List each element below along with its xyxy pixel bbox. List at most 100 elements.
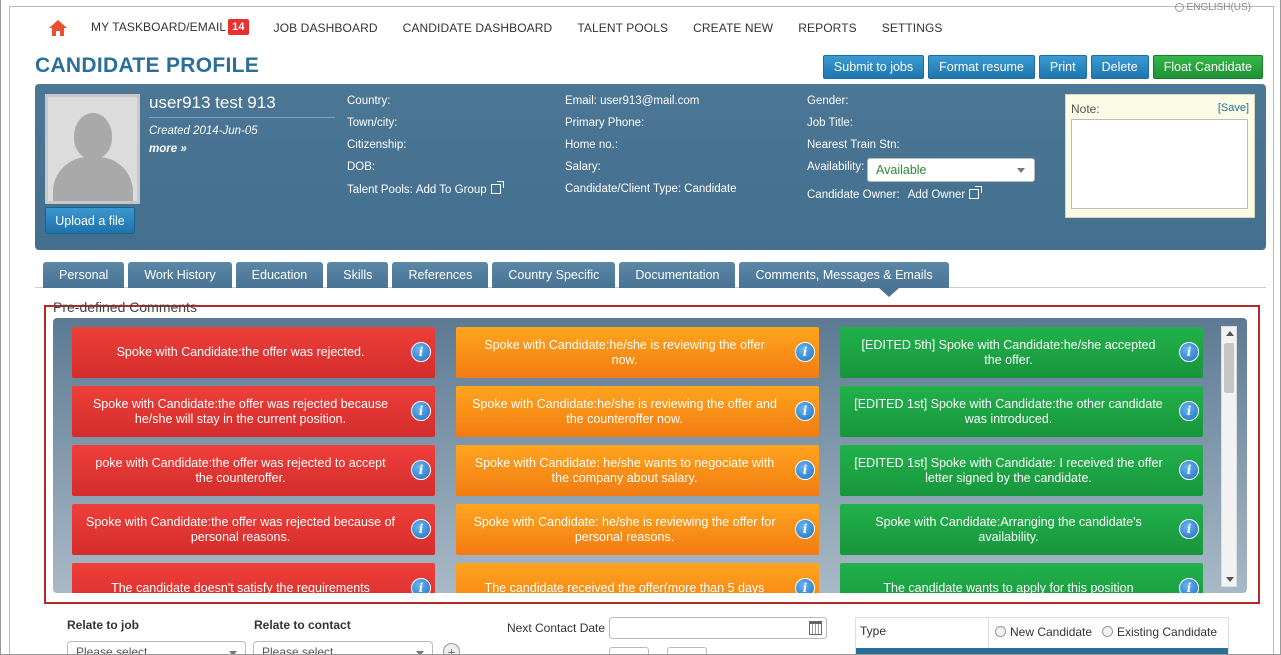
avatar [45,94,140,204]
relate-job-select[interactable]: Please select [67,641,246,654]
chevron-down-icon [416,651,424,654]
type-table: Type New Candidate Existing Candidate [855,617,1229,654]
tab-country-specific[interactable]: Country Specific [492,262,616,288]
info-icon[interactable]: i [1179,460,1199,480]
country-field: Country: [347,95,391,107]
email-count-badge: 14 [228,19,249,35]
calendar-icon[interactable] [809,621,822,635]
tab-documentation[interactable]: Documentation [619,262,736,288]
talent-pools-field: Talent Pools: Add To Group [347,181,504,196]
tab-references[interactable]: References [392,262,489,288]
profile-panel: Upload a file user913 test 913 Created 2… [35,84,1266,250]
new-candidate-option[interactable]: New Candidate [995,625,1092,639]
comment-card[interactable]: The candidate received the offer(more th… [456,563,819,593]
action-toolbar: Submit to jobs Format resume Print Delet… [822,55,1263,79]
dob-field: DOB: [347,161,376,173]
save-note-link[interactable]: [Save] [1218,102,1249,114]
print-button[interactable]: Print [1038,55,1087,79]
info-icon[interactable]: i [795,401,815,421]
tab-personal[interactable]: Personal [43,262,125,288]
comment-card[interactable]: Spoke with Candidate: he/she wants to ne… [456,445,819,496]
comment-card[interactable]: The candidate doesn't satisfy the requir… [72,563,435,593]
created-date: Created 2014-Jun-05 [149,125,258,137]
comment-card[interactable]: Spoke with Candidate: he/she is reviewin… [456,504,819,555]
tab-education[interactable]: Education [235,262,324,288]
candidate-name: user913 test 913 [149,93,276,112]
comment-card[interactable]: [EDITED 1st] Spoke with Candidate:the ot… [840,386,1203,437]
scroll-thumb[interactable] [1224,343,1234,393]
scroll-up-icon[interactable] [1226,331,1234,336]
float-candidate-button[interactable]: Float Candidate [1152,55,1263,79]
radio-icon[interactable] [1102,626,1113,637]
nav-reports[interactable]: REPORTS [798,21,857,35]
info-icon[interactable]: i [411,578,431,593]
add-to-group-link[interactable]: Add To Group [416,184,487,196]
comment-card[interactable]: Spoke with Candidate:he/she is reviewing… [456,386,819,437]
comment-card[interactable]: The candidate wants to apply for this po… [840,563,1203,593]
language-selector[interactable]: ENGLISH(US) [1174,2,1251,13]
info-icon[interactable]: i [411,460,431,480]
accepted-comments-column: [EDITED 5th] Spoke with Candidate:he/she… [840,327,1203,593]
app-window: ENGLISH(US) MY TASKBOARD/EMAIL 14 JOB DAS… [0,0,1281,655]
info-icon[interactable]: i [795,460,815,480]
comments-scrollbar[interactable] [1221,326,1237,587]
info-icon[interactable]: i [411,342,431,362]
info-icon[interactable]: i [1179,342,1199,362]
info-icon[interactable]: i [411,401,431,421]
comment-card[interactable]: Spoke with Candidate:the offer was rejec… [72,504,435,555]
scroll-down-icon[interactable] [1226,577,1234,582]
comment-card[interactable]: poke with Candidate:the offer was reject… [72,445,435,496]
globe-icon [1174,2,1184,12]
gender-field: Gender: [807,95,849,107]
name-divider [149,117,335,118]
nav-talent-pools[interactable]: TALENT POOLS [577,21,668,35]
email-field: Email: user913@mail.com [565,95,700,107]
external-link-icon[interactable] [490,181,504,194]
nav-job-dashboard[interactable]: JOB DASHBOARD [274,21,378,35]
info-icon[interactable]: i [795,578,815,593]
external-link-icon[interactable] [969,186,983,199]
comment-card[interactable]: Spoke with Candidate:Arranging the candi… [840,504,1203,555]
info-icon[interactable]: i [1179,519,1199,539]
comment-card[interactable]: [EDITED 1st] Spoke with Candidate: I rec… [840,445,1203,496]
page-title: CANDIDATE PROFILE [35,54,260,77]
rejected-comments-column: Spoke with Candidate:the offer was rejec… [72,327,435,593]
existing-candidate-option[interactable]: Existing Candidate [1102,625,1217,639]
comment-card[interactable]: Spoke with Candidate:the offer was rejec… [72,386,435,437]
time-hour-input[interactable] [609,647,649,654]
note-textarea[interactable] [1071,119,1248,209]
chevron-down-icon [229,651,237,654]
info-icon[interactable]: i [795,519,815,539]
info-icon[interactable]: i [795,342,815,362]
format-resume-button[interactable]: Format resume [928,55,1035,79]
comment-card[interactable]: Spoke with Candidate:he/she is reviewing… [456,327,819,378]
nav-taskboard[interactable]: MY TASKBOARD/EMAIL 14 [91,19,249,36]
submit-to-jobs-button[interactable]: Submit to jobs [822,55,925,79]
info-icon[interactable]: i [411,519,431,539]
info-icon[interactable]: i [1179,401,1199,421]
delete-button[interactable]: Delete [1090,55,1149,79]
next-contact-date-input[interactable] [609,617,827,639]
tab-comments[interactable]: Comments, Messages & Emails [739,262,949,288]
nav-create-new[interactable]: CREATE NEW [693,21,773,35]
time-minute-input[interactable] [667,647,707,654]
candidate-type-field: Candidate/Client Type: Candidate [565,183,737,195]
salary-field: Salary: [565,161,601,173]
nav-settings[interactable]: SETTINGS [882,21,943,35]
top-nav: MY TASKBOARD/EMAIL 14 JOB DASHBOARD CANDI… [49,17,968,39]
home-icon[interactable] [49,20,67,36]
availability-label: Availability: [807,161,865,173]
comment-card[interactable]: [EDITED 5th] Spoke with Candidate:he/she… [840,327,1203,378]
availability-select[interactable]: Available [867,158,1035,182]
tab-work-history[interactable]: Work History [128,262,232,288]
upload-file-button[interactable]: Upload a file [45,207,135,234]
more-link[interactable]: more » [149,143,187,155]
comment-card[interactable]: Spoke with Candidate:the offer was rejec… [72,327,435,378]
relate-contact-select[interactable]: Please select [253,641,433,654]
radio-icon[interactable] [995,626,1006,637]
add-owner-link[interactable]: Add Owner [908,189,966,201]
add-contact-icon[interactable]: + [443,643,460,654]
nav-candidate-dashboard[interactable]: CANDIDATE DASHBOARD [403,21,553,35]
info-icon[interactable]: i [1179,578,1199,593]
tab-skills[interactable]: Skills [327,262,389,288]
